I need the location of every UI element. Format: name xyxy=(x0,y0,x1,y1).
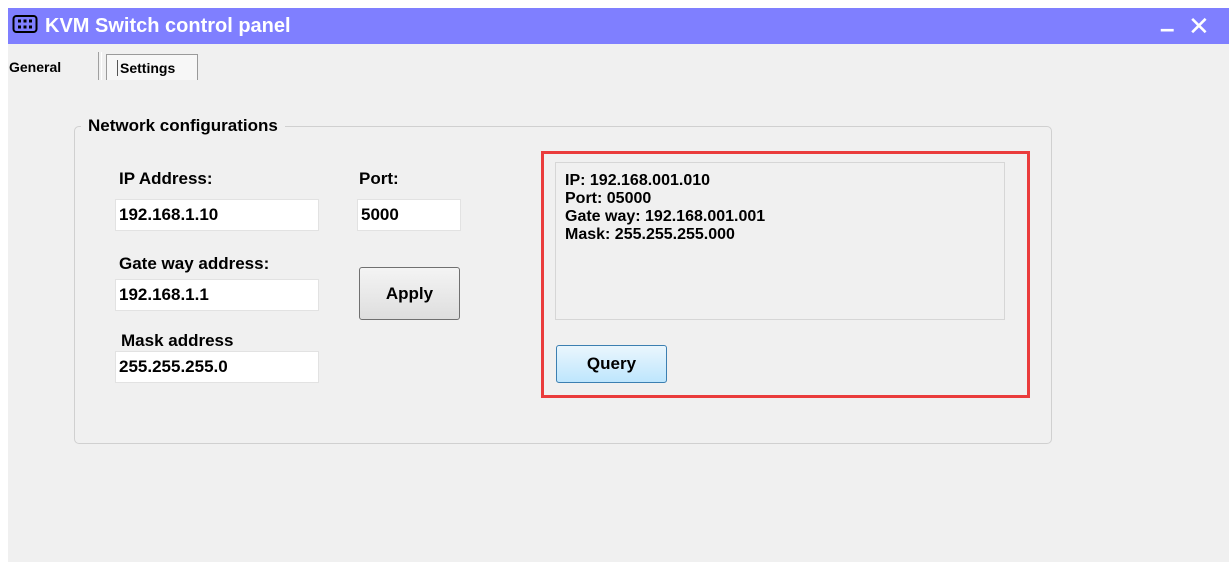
minimize-button[interactable]: – xyxy=(1160,14,1174,42)
window-title: KVM Switch control panel xyxy=(45,15,291,37)
gateway-address-input[interactable] xyxy=(115,279,319,311)
mask-address-label: Mask address xyxy=(121,331,234,350)
title-bar[interactable]: KVM Switch control panel – ✕ xyxy=(8,8,1229,44)
kvm-device-icon xyxy=(12,15,38,33)
port-label: Port: xyxy=(359,169,399,188)
mask-address-input[interactable] xyxy=(115,351,319,383)
query-button[interactable]: Query xyxy=(556,345,667,383)
port-input[interactable] xyxy=(357,199,461,231)
query-result-mask: Mask: 255.255.255.000 xyxy=(565,226,735,243)
apply-button[interactable]: Apply xyxy=(359,267,460,320)
tab-divider xyxy=(98,52,102,80)
tab-settings[interactable]: Settings xyxy=(106,54,198,80)
kvm-control-panel-window: KVM Switch control panel – ✕ General Set… xyxy=(8,8,1229,562)
tab-settings-label: Settings xyxy=(117,60,175,76)
ip-address-input[interactable] xyxy=(115,199,319,231)
query-result-port: Port: 05000 xyxy=(565,190,652,207)
query-result-gateway: Gate way: 192.168.001.001 xyxy=(565,208,766,225)
network-config-title: Network configurations xyxy=(81,116,285,136)
query-result-ip: IP: 192.168.001.010 xyxy=(565,172,711,189)
query-result-box: IP: 192.168.001.010 Port: 05000 Gate way… xyxy=(555,162,1005,320)
tab-general[interactable]: General xyxy=(9,59,61,75)
gateway-address-label: Gate way address: xyxy=(119,254,270,273)
ip-address-label: IP Address: xyxy=(119,169,213,188)
close-button[interactable]: ✕ xyxy=(1188,12,1210,40)
